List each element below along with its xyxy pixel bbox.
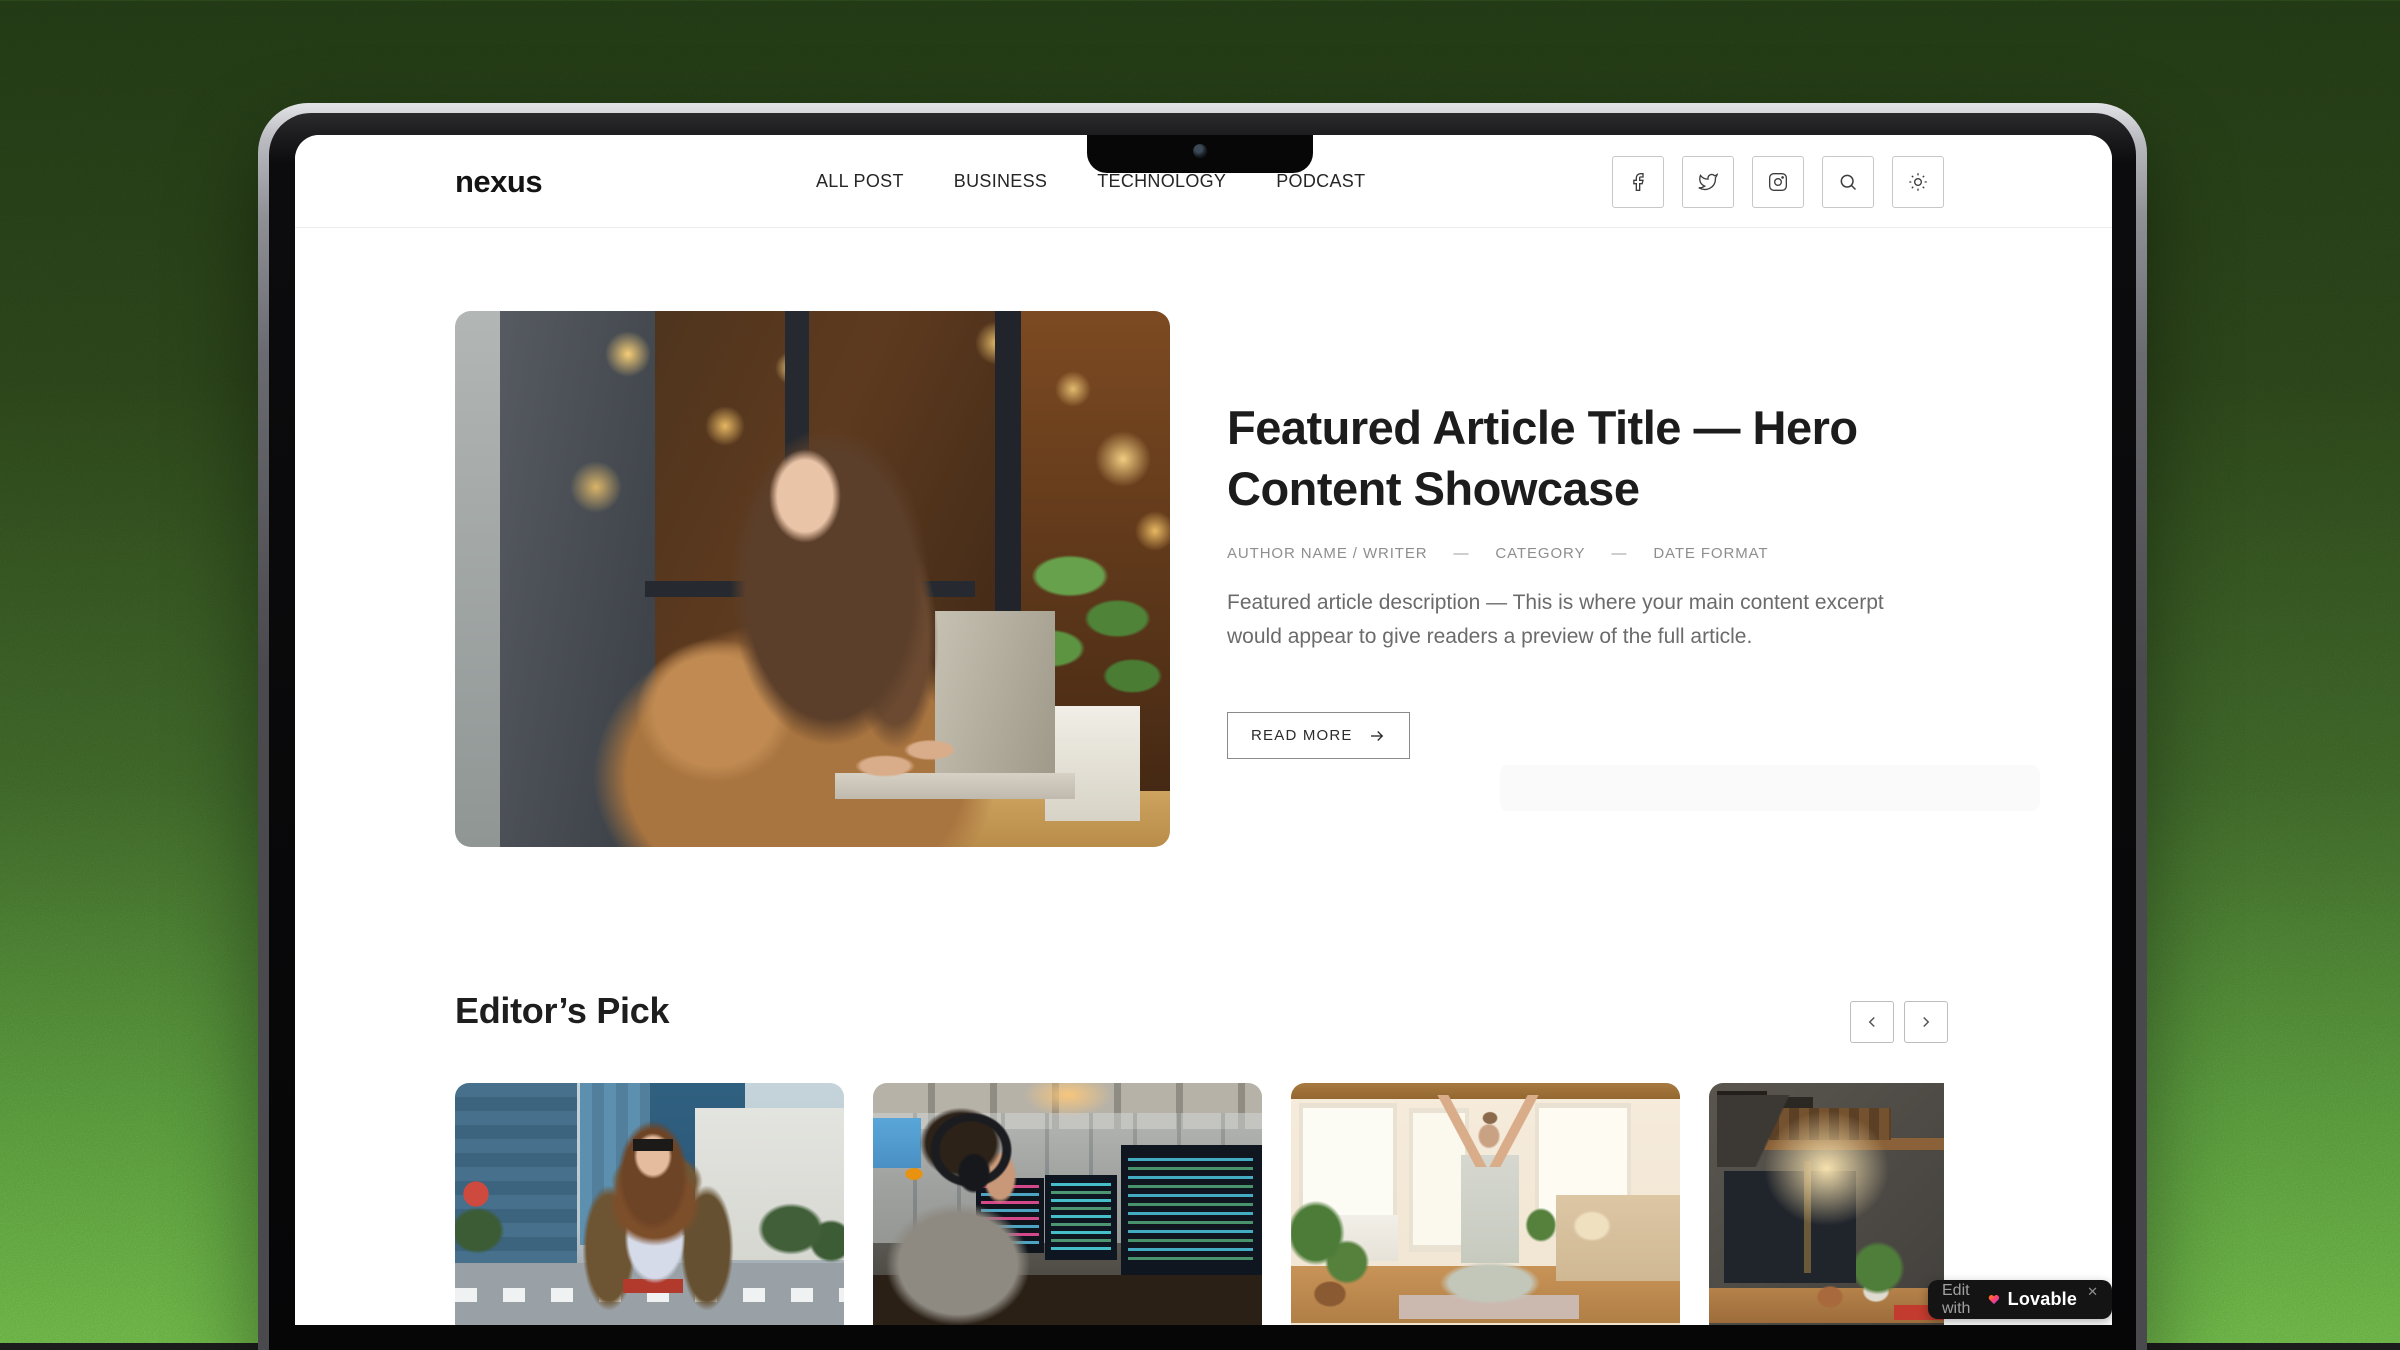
editors-pick-carousel [455, 1083, 1944, 1325]
read-more-label: READ MORE [1251, 727, 1353, 744]
card-street-style-woman[interactable] [455, 1083, 844, 1325]
card-programmer-at-monitors[interactable] [873, 1083, 1262, 1325]
lovable-badge[interactable]: Edit with Lovable ✕ [1928, 1280, 2112, 1319]
instagram-button[interactable] [1752, 156, 1804, 208]
search-icon [1838, 172, 1858, 192]
search-button[interactable] [1822, 156, 1874, 208]
title-line-2: Content Showcase [1227, 462, 1639, 515]
laptop-notch [1087, 135, 1313, 173]
nav-item-podcast[interactable]: PODCAST [1276, 171, 1365, 192]
featured-article-image[interactable] [455, 311, 1170, 847]
meta-separator: — [1611, 545, 1627, 562]
badge-prefix: Edit with [1942, 1282, 1980, 1318]
card-yoga-at-home[interactable] [1291, 1083, 1680, 1325]
read-more-button[interactable]: READ MORE [1227, 712, 1410, 759]
laptop-screen: nexus ALL POST BUSINESS TECHNOLOGY PODCA… [295, 135, 2112, 1325]
site-logo[interactable]: nexus [455, 135, 542, 228]
carousel-controls [1850, 1001, 1948, 1043]
card-home-office[interactable] [1709, 1083, 1944, 1325]
editors-pick-heading: Editor’s Pick [455, 990, 669, 1032]
featured-article: Featured Article Title — Hero Content Sh… [1227, 397, 1941, 759]
arrow-right-icon [1368, 727, 1386, 745]
carousel-next-button[interactable] [1904, 1001, 1948, 1043]
sun-icon [1908, 172, 1928, 192]
header-actions [1612, 156, 1944, 208]
twitter-button[interactable] [1682, 156, 1734, 208]
title-line-1: Featured Article Title — Hero [1227, 401, 1858, 454]
article-meta: AUTHOR NAME / WRITER — CATEGORY — DATE F… [1227, 545, 1941, 562]
featured-article-title: Featured Article Title — Hero Content Sh… [1227, 397, 1941, 519]
ghost-placeholder [1500, 765, 2040, 811]
meta-separator: — [1454, 545, 1470, 562]
article-date: DATE FORMAT [1653, 545, 1768, 562]
instagram-icon [1768, 172, 1788, 192]
badge-brand: Lovable [2008, 1289, 2077, 1310]
theme-toggle-button[interactable] [1892, 156, 1944, 208]
nav-item-business[interactable]: BUSINESS [954, 171, 1047, 192]
article-category[interactable]: CATEGORY [1495, 545, 1585, 562]
facebook-button[interactable] [1612, 156, 1664, 208]
chevron-right-icon [1917, 1013, 1935, 1031]
facebook-icon [1628, 172, 1648, 192]
carousel-prev-button[interactable] [1850, 1001, 1894, 1043]
chevron-left-icon [1863, 1013, 1881, 1031]
heart-icon [1988, 1290, 2000, 1309]
laptop-camera [1193, 144, 1207, 158]
twitter-icon [1698, 172, 1718, 192]
laptop-mockup: nexus ALL POST BUSINESS TECHNOLOGY PODCA… [258, 103, 2147, 1350]
nav-item-technology[interactable]: TECHNOLOGY [1097, 171, 1226, 192]
nav-item-all-post[interactable]: ALL POST [816, 171, 904, 192]
article-author[interactable]: AUTHOR NAME / WRITER [1227, 545, 1428, 562]
badge-close-icon[interactable]: ✕ [2087, 1284, 2098, 1300]
article-description: Featured article description — This is w… [1227, 586, 1941, 654]
